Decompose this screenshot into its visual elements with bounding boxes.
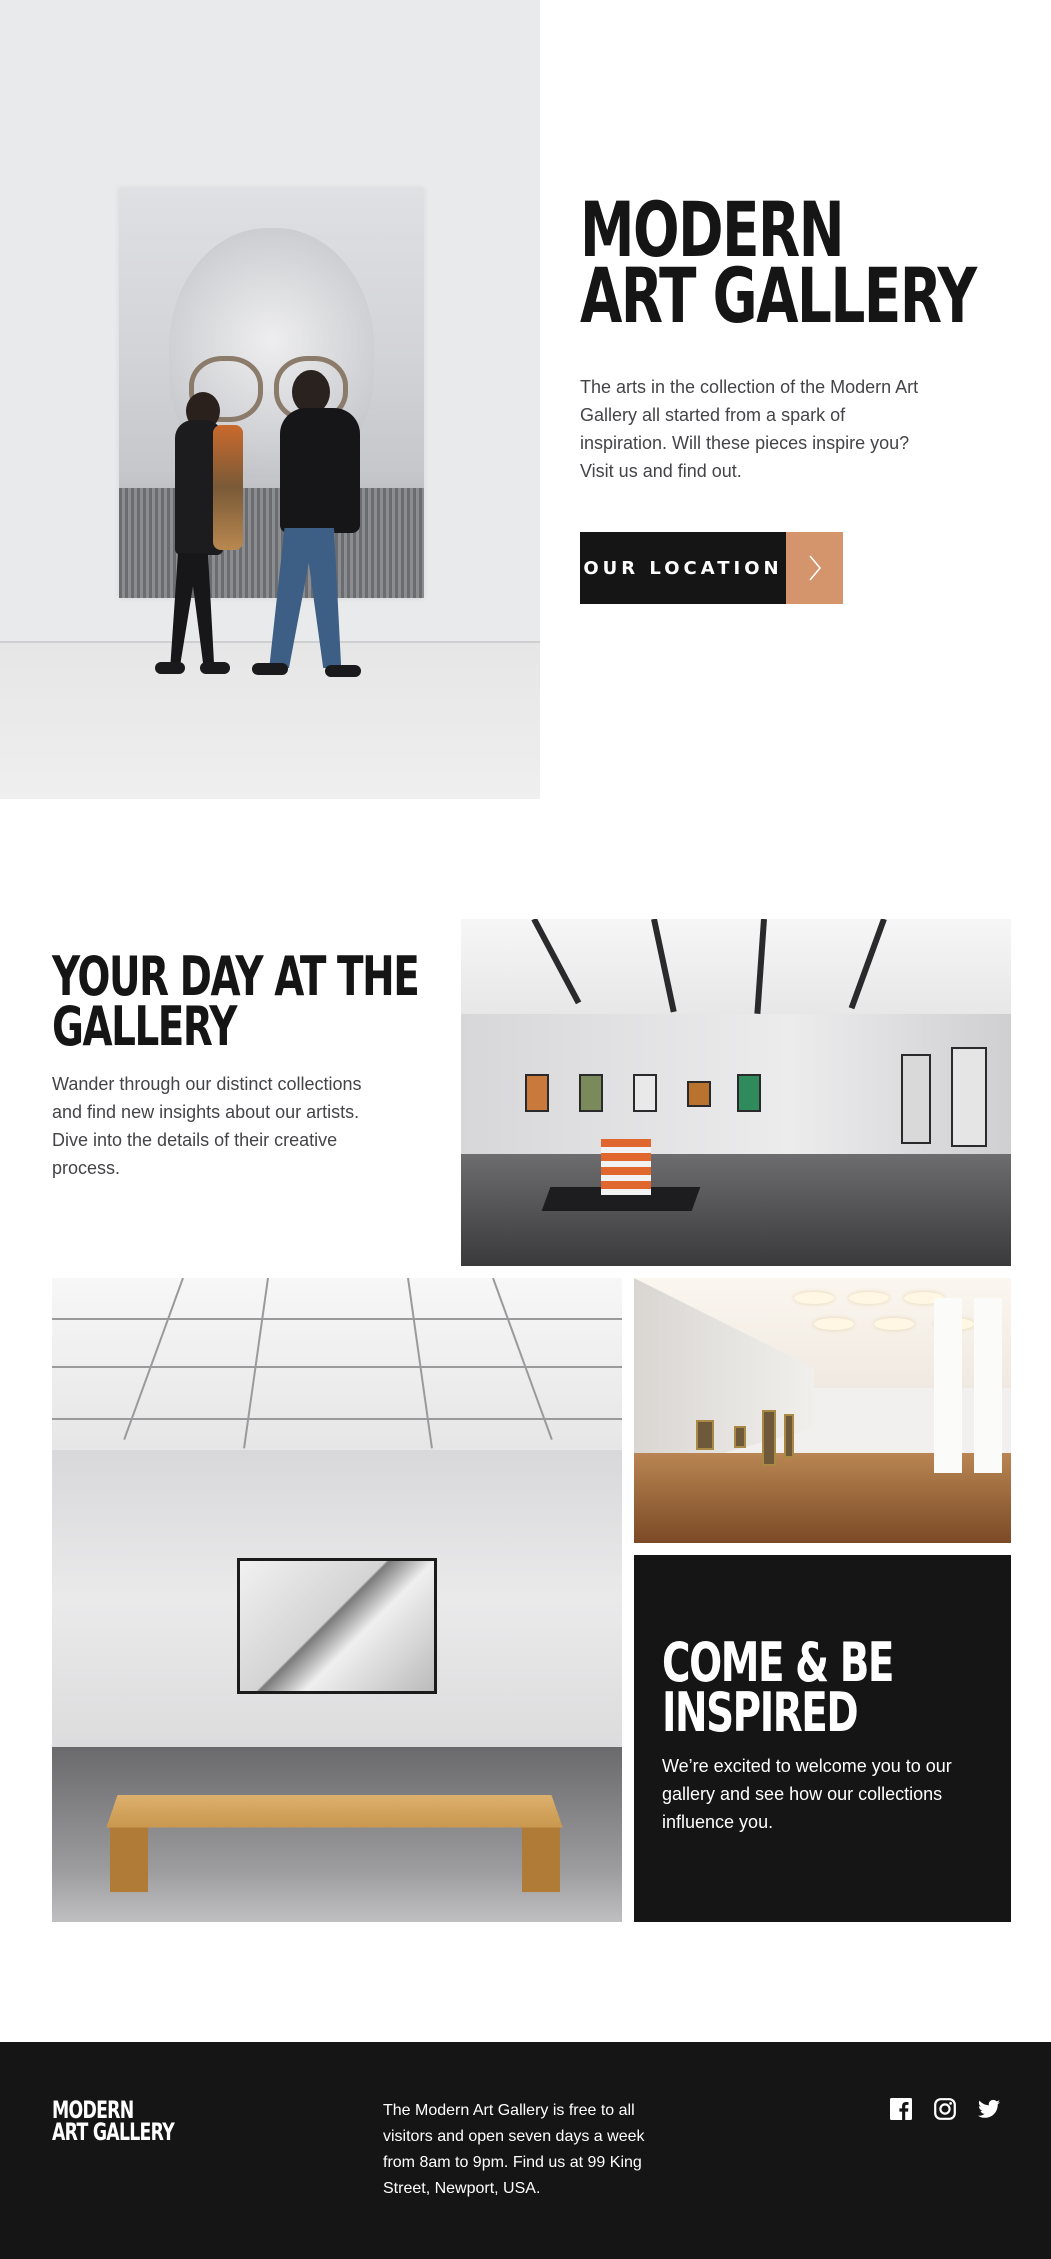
gallery-room-image — [461, 919, 1011, 1266]
footer-logo-line: ART GALLERY — [52, 2118, 175, 2146]
portrait-artwork — [119, 188, 424, 598]
facebook-icon[interactable] — [890, 2098, 912, 2120]
hero-title: MODERN ART GALLERY — [580, 192, 977, 340]
hero-image — [0, 0, 540, 799]
inspired-title-line: INSPIRED — [662, 1681, 859, 1744]
day-section-description: Wander through our distinct collections … — [52, 1074, 362, 1178]
framed-photograph — [237, 1558, 437, 1694]
hero-title-line: ART GALLERY — [580, 251, 977, 340]
footer-info: The Modern Art Gallery is free to all vi… — [383, 2102, 645, 2197]
bench-room-image — [52, 1278, 622, 1922]
chevron-right-icon — [786, 532, 843, 604]
our-location-label: OUR LOCATION — [580, 532, 786, 604]
social-links — [890, 2098, 1000, 2120]
inspired-panel: COME & BE INSPIRED We’re excited to welc… — [634, 1555, 1011, 1922]
inspired-description: We’re excited to welcome you to our gall… — [662, 1756, 952, 1832]
footer: MODERN ART GALLERY The Modern Art Galler… — [0, 2042, 1051, 2259]
our-location-button[interactable]: OUR LOCATION — [580, 532, 843, 604]
hero-description: The arts in the collection of the Modern… — [580, 377, 919, 481]
gallery-hall-image — [634, 1278, 1011, 1543]
instagram-icon[interactable] — [934, 2098, 956, 2120]
wooden-bench — [106, 1795, 563, 1828]
twitter-icon[interactable] — [978, 2098, 1000, 2120]
inspired-title: COME & BE INSPIRED — [662, 1636, 894, 1744]
day-section-title: YOUR DAY AT THE GALLERY — [52, 950, 420, 1058]
footer-logo[interactable]: MODERN ART GALLERY — [52, 2098, 175, 2146]
day-title-line: GALLERY — [52, 995, 237, 1058]
